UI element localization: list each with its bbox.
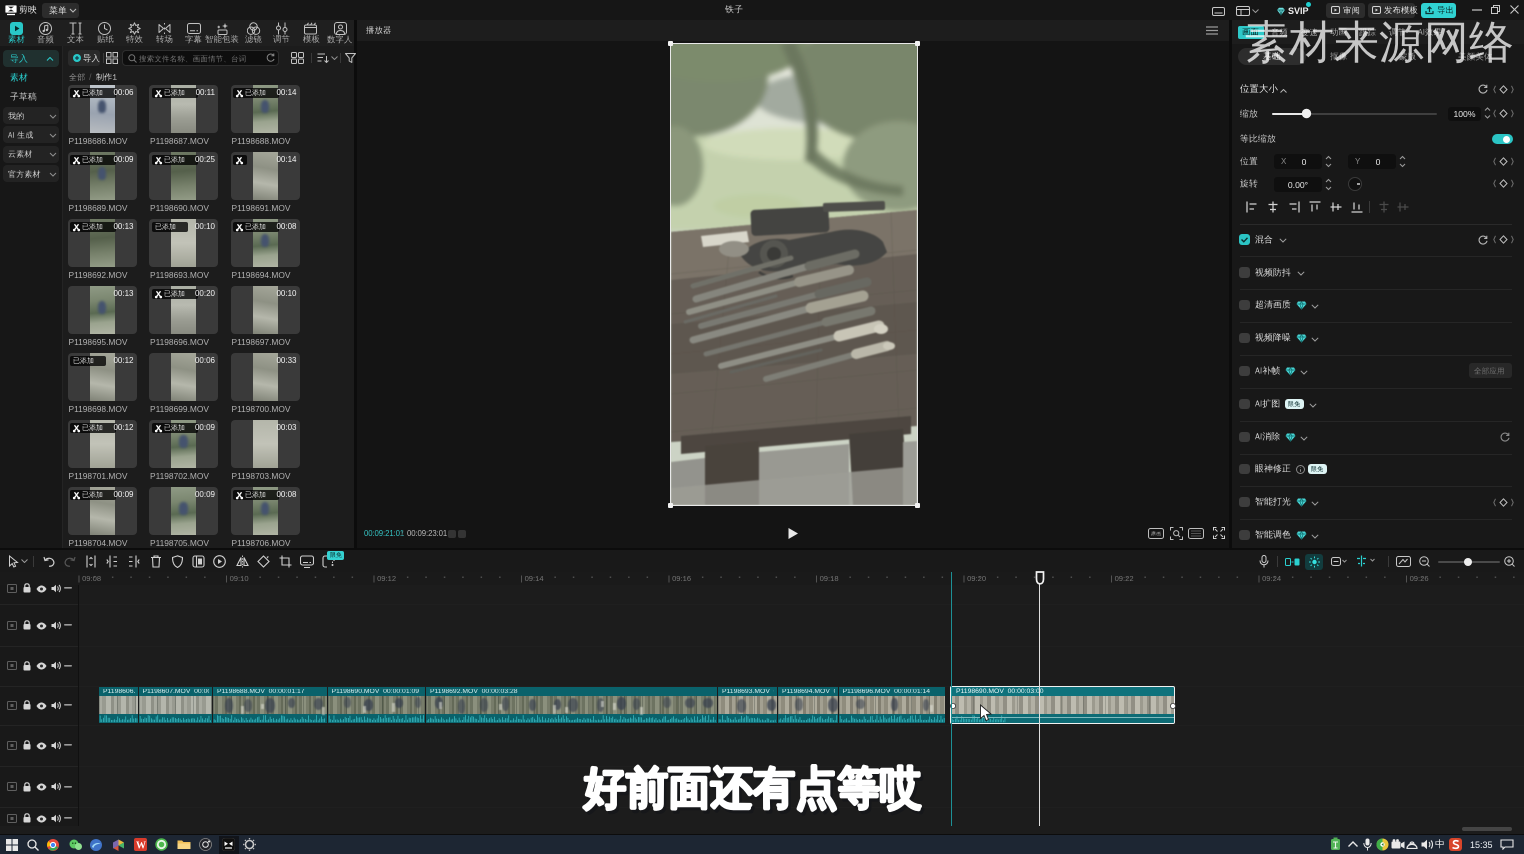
svg-text:| 09:10: | 09:10 [226,574,249,583]
svg-text:| 09:16: | 09:16 [668,574,691,583]
svg-text:W: W [136,841,146,852]
svg-text:| 09:18: | 09:18 [816,574,839,583]
svg-text:| 09:22: | 09:22 [1111,574,1134,583]
svg-text:| 09:08: | 09:08 [78,574,101,583]
svg-text:| 09:12: | 09:12 [373,574,396,583]
svg-text:| 09:26: | 09:26 [1406,574,1429,583]
svg-text:| 09:14: | 09:14 [521,574,544,583]
svg-text:| 09:24: | 09:24 [1258,574,1281,583]
svg-text:| 09:20: | 09:20 [963,574,986,583]
